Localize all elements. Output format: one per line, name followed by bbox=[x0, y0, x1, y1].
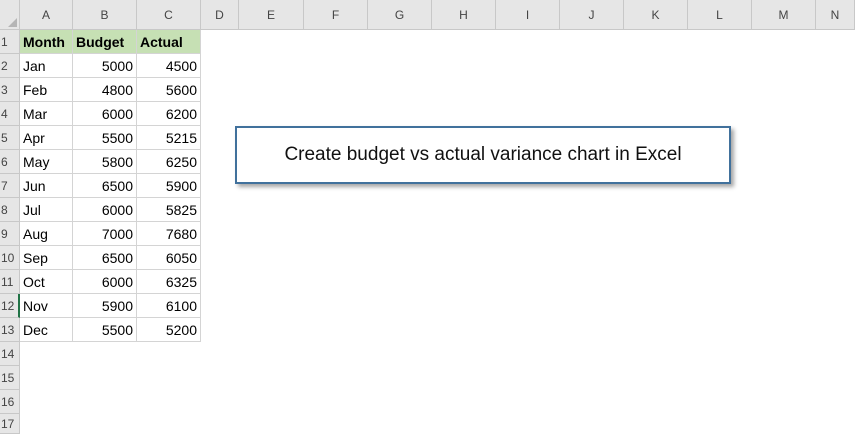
table-cell-budget[interactable]: 5000 bbox=[73, 54, 137, 78]
table-cell-budget[interactable]: 5900 bbox=[73, 294, 137, 318]
table-cell-actual[interactable]: 6050 bbox=[137, 246, 201, 270]
table-cell-month[interactable]: Feb bbox=[20, 78, 73, 102]
table-cell-budget[interactable]: 4800 bbox=[73, 78, 137, 102]
table-cell-actual[interactable]: 5600 bbox=[137, 78, 201, 102]
table-cell-budget[interactable]: 6000 bbox=[73, 102, 137, 126]
column-header-b[interactable]: B bbox=[73, 0, 137, 30]
table-cell-actual[interactable]: 4500 bbox=[137, 54, 201, 78]
row-header-1[interactable]: 1 bbox=[0, 30, 20, 54]
table-cell-month[interactable]: Oct bbox=[20, 270, 73, 294]
column-header-k[interactable]: K bbox=[624, 0, 688, 30]
table-cell-actual[interactable]: 6200 bbox=[137, 102, 201, 126]
column-header-m[interactable]: M bbox=[752, 0, 816, 30]
title-textbox-text: Create budget vs actual variance chart i… bbox=[284, 144, 682, 165]
table-cell-budget[interactable]: 5500 bbox=[73, 318, 137, 342]
row-header-5[interactable]: 5 bbox=[0, 126, 20, 150]
table-cell-actual[interactable]: 5200 bbox=[137, 318, 201, 342]
row-header-13[interactable]: 13 bbox=[0, 318, 20, 342]
select-all-corner[interactable] bbox=[0, 0, 20, 30]
row-header-8[interactable]: 8 bbox=[0, 198, 20, 222]
table-cell-month[interactable]: May bbox=[20, 150, 73, 174]
header-cell-actual[interactable]: Actual bbox=[137, 30, 201, 54]
table-cell-month[interactable]: Sep bbox=[20, 246, 73, 270]
table-cell-month[interactable]: Mar bbox=[20, 102, 73, 126]
row-header-7[interactable]: 7 bbox=[0, 174, 20, 198]
table-cell-budget[interactable]: 6500 bbox=[73, 174, 137, 198]
row-header-15[interactable]: 15 bbox=[0, 366, 20, 390]
table-cell-actual[interactable]: 6100 bbox=[137, 294, 201, 318]
column-header-e[interactable]: E bbox=[239, 0, 304, 30]
column-header-f[interactable]: F bbox=[304, 0, 368, 30]
column-header-a[interactable]: A bbox=[20, 0, 73, 30]
title-textbox[interactable]: Create budget vs actual variance chart i… bbox=[235, 126, 731, 184]
header-cell-budget[interactable]: Budget bbox=[73, 30, 137, 54]
row-header-12[interactable]: 12 bbox=[0, 294, 20, 318]
table-cell-month[interactable]: Nov bbox=[20, 294, 73, 318]
column-header-g[interactable]: G bbox=[368, 0, 432, 30]
select-all-triangle-icon bbox=[8, 18, 17, 27]
column-header-n[interactable]: N bbox=[816, 0, 855, 30]
row-header-6[interactable]: 6 bbox=[0, 150, 20, 174]
table-cell-budget[interactable]: 6000 bbox=[73, 270, 137, 294]
column-header-l[interactable]: L bbox=[688, 0, 752, 30]
table-cell-budget[interactable]: 6000 bbox=[73, 198, 137, 222]
table-cell-budget[interactable]: 5500 bbox=[73, 126, 137, 150]
table-cell-actual[interactable]: 7680 bbox=[137, 222, 201, 246]
row-header-14[interactable]: 14 bbox=[0, 342, 20, 366]
table-cell-budget[interactable]: 7000 bbox=[73, 222, 137, 246]
table-cell-budget[interactable]: 6500 bbox=[73, 246, 137, 270]
column-header-d[interactable]: D bbox=[201, 0, 239, 30]
row-header-11[interactable]: 11 bbox=[0, 270, 20, 294]
row-header-17[interactable]: 17 bbox=[0, 414, 20, 434]
table-cell-actual[interactable]: 5825 bbox=[137, 198, 201, 222]
column-header-h[interactable]: H bbox=[432, 0, 496, 30]
table-cell-month[interactable]: Jan bbox=[20, 54, 73, 78]
column-header-j[interactable]: J bbox=[560, 0, 624, 30]
table-cell-actual[interactable]: 5900 bbox=[137, 174, 201, 198]
table-cell-month[interactable]: Apr bbox=[20, 126, 73, 150]
row-header-10[interactable]: 10 bbox=[0, 246, 20, 270]
table-cell-month[interactable]: Jul bbox=[20, 198, 73, 222]
table-cell-month[interactable]: Jun bbox=[20, 174, 73, 198]
table-cell-actual[interactable]: 6250 bbox=[137, 150, 201, 174]
table-cell-month[interactable]: Dec bbox=[20, 318, 73, 342]
row-header-3[interactable]: 3 bbox=[0, 78, 20, 102]
row-header-9[interactable]: 9 bbox=[0, 222, 20, 246]
header-cell-month[interactable]: Month bbox=[20, 30, 73, 54]
spreadsheet-grid[interactable]: ABCDEFGHIJKLMN 1 2 3 4 5 6 7 8 9 10 11 12 13 14 15 16 17… bbox=[0, 0, 855, 434]
table-cell-actual[interactable]: 6325 bbox=[137, 270, 201, 294]
column-header-i[interactable]: I bbox=[496, 0, 560, 30]
table-cell-month[interactable]: Aug bbox=[20, 222, 73, 246]
table-cell-budget[interactable]: 5800 bbox=[73, 150, 137, 174]
row-header-2[interactable]: 2 bbox=[0, 54, 20, 78]
row-header-4[interactable]: 4 bbox=[0, 102, 20, 126]
column-header-c[interactable]: C bbox=[137, 0, 201, 30]
table-cell-actual[interactable]: 5215 bbox=[137, 126, 201, 150]
row-header-16[interactable]: 16 bbox=[0, 390, 20, 414]
